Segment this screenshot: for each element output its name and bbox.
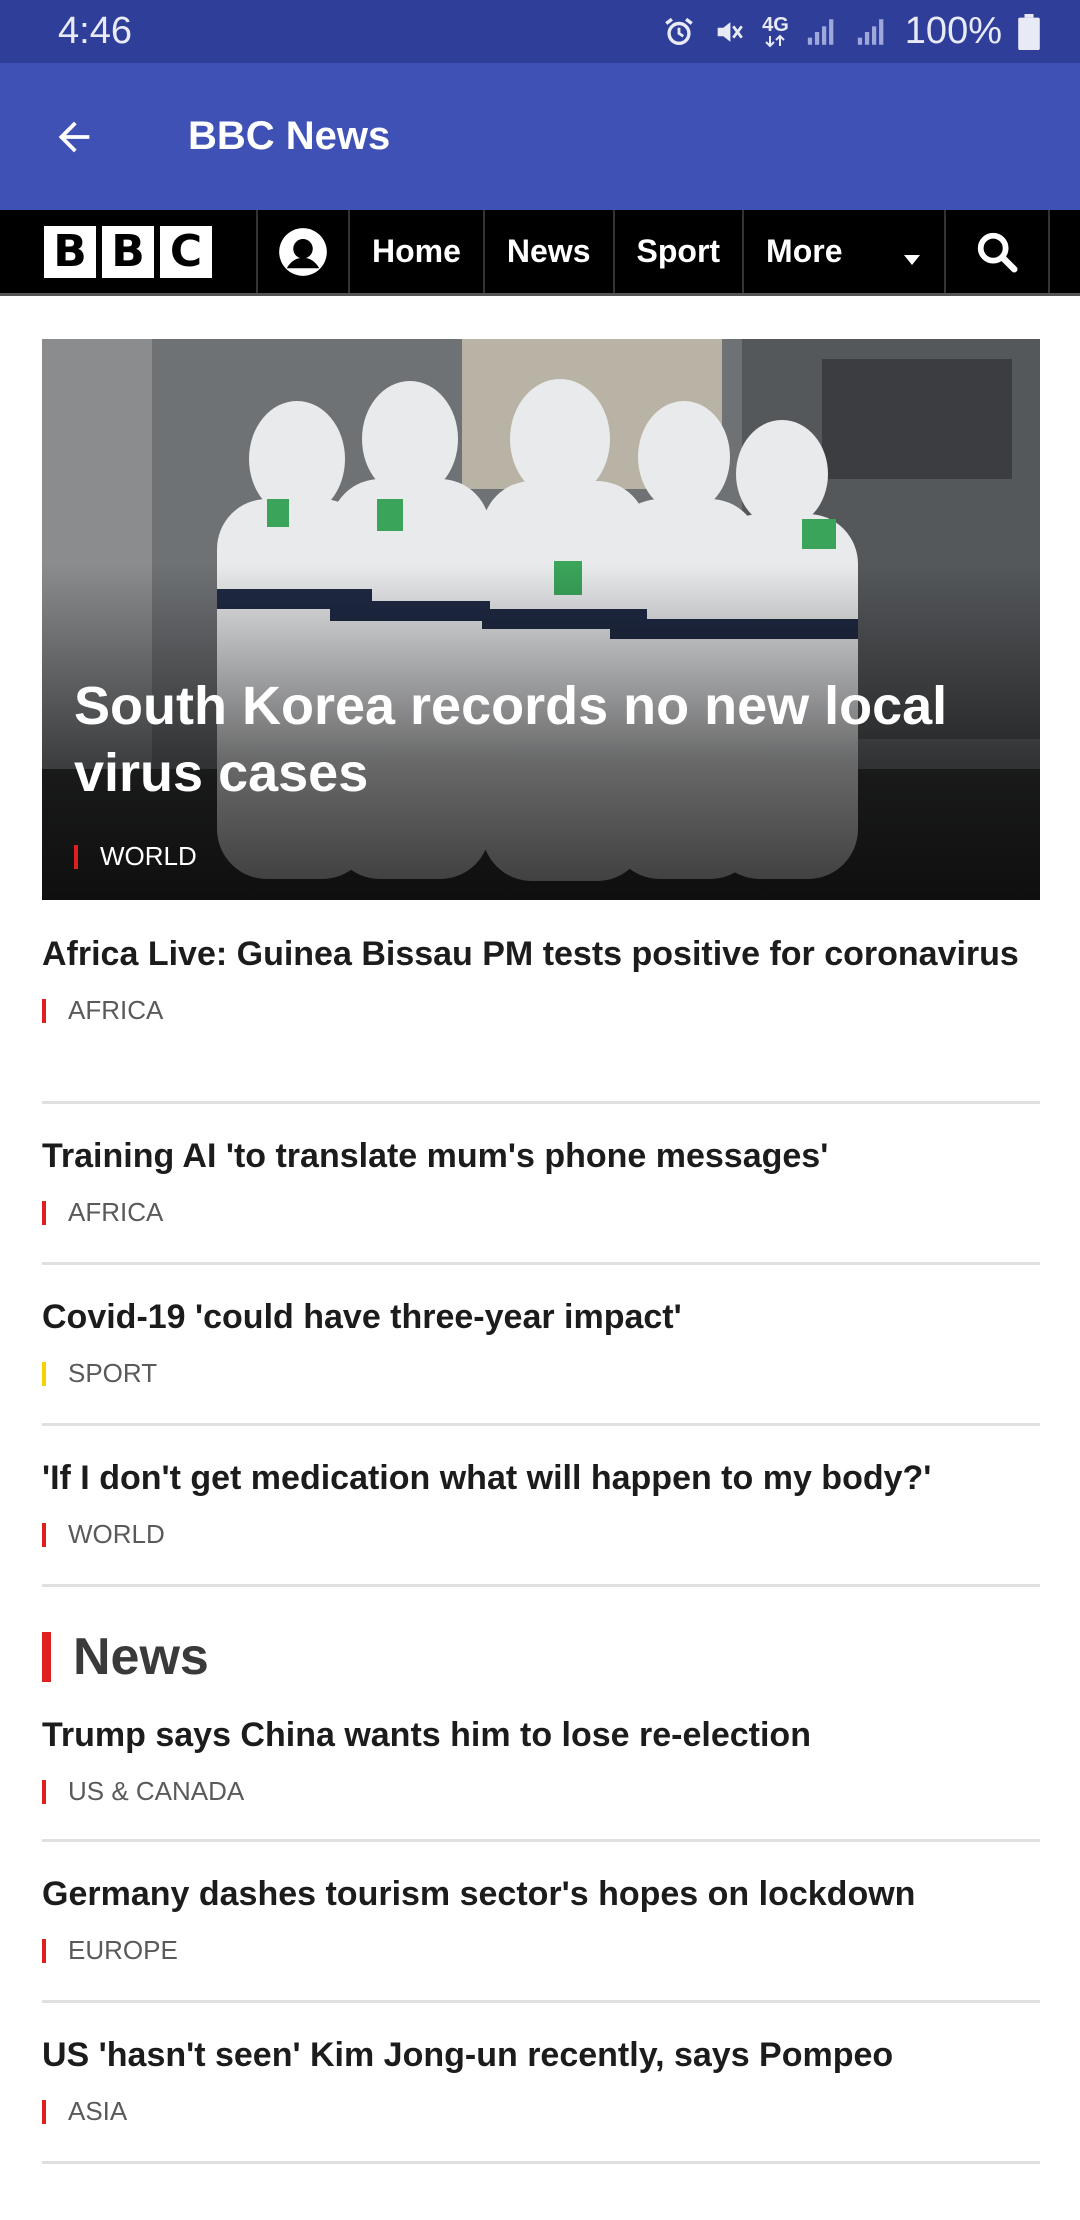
- search-button[interactable]: [946, 210, 1051, 293]
- network-4g-icon: 4G: [762, 13, 789, 48]
- nav-more-label: More: [766, 233, 843, 269]
- section-title: News: [73, 1628, 209, 1686]
- story-tag-label: AFRICA: [68, 1197, 164, 1227]
- tag-marker: [42, 1200, 46, 1225]
- story-item[interactable]: Africa Live: Guinea Bissau PM tests posi…: [42, 900, 1040, 1104]
- battery-icon: [1018, 13, 1040, 50]
- hero-gradient: [42, 339, 1040, 900]
- story-tag-label: SPORT: [68, 1358, 158, 1388]
- story-item[interactable]: Training AI 'to translate mum's phone me…: [42, 1104, 1040, 1265]
- story-headline: Trump says China wants him to lose re-el…: [42, 1716, 811, 1754]
- story-headline: Africa Live: Guinea Bissau PM tests posi…: [42, 935, 1019, 973]
- network-type-label: 4G: [762, 13, 789, 36]
- nav-news[interactable]: News: [485, 210, 615, 293]
- story-tag-label: EUROPE: [68, 1935, 178, 1965]
- story-item[interactable]: 'If I don't get medication what will hap…: [42, 1426, 1040, 1587]
- tag-marker: [42, 998, 46, 1023]
- story-headline: 'If I don't get medication what will hap…: [42, 1459, 932, 1497]
- tag-marker: [42, 1938, 46, 1963]
- app-title: BBC News: [188, 114, 391, 158]
- search-icon: [977, 232, 1018, 273]
- story-headline: Germany dashes tourism sector's hopes on…: [42, 1875, 916, 1913]
- bbc-logo[interactable]: B B C: [0, 210, 258, 293]
- bbc-logo-letter: B: [102, 225, 154, 278]
- story-tag: US & CANADA: [42, 1776, 1040, 1807]
- bbc-logo-letter: C: [160, 225, 212, 278]
- status-time: 4:46: [58, 10, 132, 52]
- tag-marker: [42, 1779, 46, 1804]
- status-icons: 4G 100%: [662, 10, 1040, 53]
- section-header: News: [42, 1628, 1040, 1686]
- bbc-logo-letter: B: [44, 225, 96, 278]
- signal-icon: [805, 15, 839, 49]
- story-headline: Covid-19 'could have three-year impact': [42, 1298, 682, 1336]
- nav-more[interactable]: More: [744, 210, 947, 293]
- battery-percent: 100%: [904, 10, 1002, 52]
- story-item[interactable]: Covid-19 'could have three-year impact' …: [42, 1265, 1040, 1426]
- story-item[interactable]: US 'hasn't seen' Kim Jong-un recently, s…: [42, 2003, 1040, 2164]
- section-marker: [42, 1632, 51, 1682]
- bbc-nav-bar: B B C Home News Sport More: [0, 210, 1080, 296]
- dropdown-arrow-icon: [904, 254, 921, 265]
- story-tag: AFRICA: [42, 995, 1040, 1026]
- hero-headline: South Korea records no new local virus c…: [74, 676, 948, 803]
- app-bar: BBC News: [0, 63, 1080, 210]
- story-tag-label: ASIA: [68, 2096, 128, 2126]
- story-tag: ASIA: [42, 2096, 1040, 2127]
- user-icon: [279, 227, 327, 276]
- story-tag-label: US & CANADA: [68, 1776, 245, 1806]
- back-button[interactable]: [0, 63, 148, 210]
- story-tag: AFRICA: [42, 1197, 1040, 1228]
- status-bar: 4:46 4G 100%: [0, 0, 1080, 63]
- tag-marker: [42, 2099, 46, 2124]
- nav-sport[interactable]: Sport: [615, 210, 745, 293]
- story-headline: Training AI 'to translate mum's phone me…: [42, 1137, 829, 1175]
- story-tag: WORLD: [42, 1519, 1040, 1550]
- story-tag-label: WORLD: [68, 1519, 165, 1549]
- tag-marker: [42, 1522, 46, 1547]
- news-feed: South Korea records no new local virus c…: [42, 339, 1040, 2164]
- story-tag-label: AFRICA: [68, 995, 164, 1025]
- hero-tag: WORLD: [74, 841, 197, 872]
- story-item[interactable]: Trump says China wants him to lose re-el…: [42, 1685, 1040, 1842]
- hero-tag-label: WORLD: [100, 841, 197, 871]
- back-arrow-icon: [58, 121, 90, 152]
- alarm-icon: [662, 15, 696, 49]
- nav-home[interactable]: Home: [350, 210, 485, 293]
- story-item[interactable]: Germany dashes tourism sector's hopes on…: [42, 1842, 1040, 2003]
- story-tag: EUROPE: [42, 1935, 1040, 1966]
- mute-icon: [712, 15, 746, 49]
- hero-story[interactable]: South Korea records no new local virus c…: [42, 339, 1040, 900]
- account-button[interactable]: [258, 210, 350, 293]
- tag-marker: [74, 844, 78, 869]
- story-headline: US 'hasn't seen' Kim Jong-un recently, s…: [42, 2036, 894, 2074]
- tag-marker: [42, 1361, 46, 1386]
- signal-icon-2: [855, 15, 889, 49]
- story-tag: SPORT: [42, 1358, 1040, 1389]
